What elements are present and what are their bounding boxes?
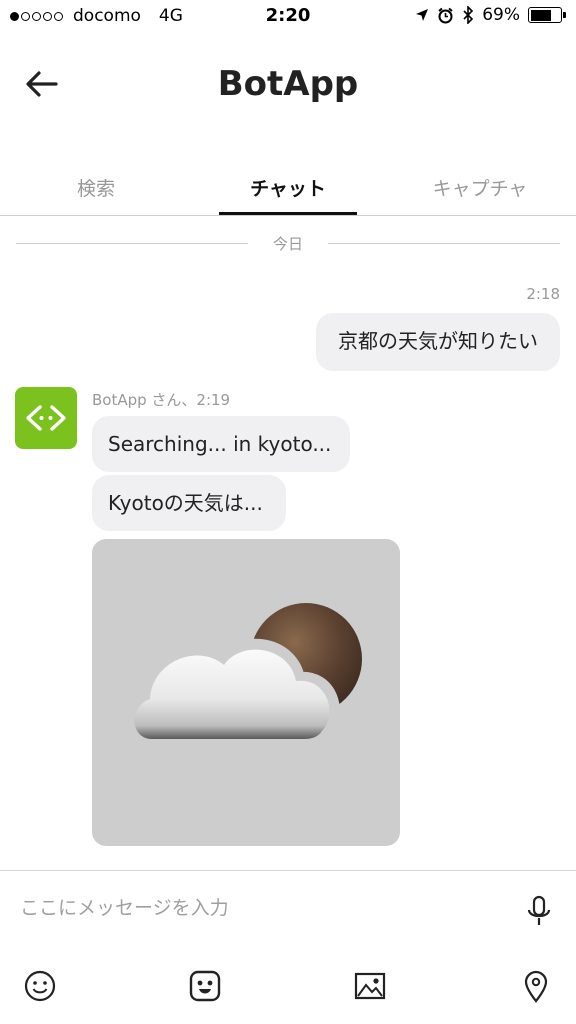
date-divider: 今日	[16, 232, 560, 254]
status-right: 69%	[415, 5, 566, 25]
date-divider-label: 今日	[272, 235, 303, 253]
battery-icon	[528, 7, 566, 23]
image-button[interactable]	[352, 968, 388, 1004]
nav-bar: BotApp	[0, 34, 576, 134]
bot-avatar[interactable]	[15, 387, 77, 449]
tab-search[interactable]: 検索	[0, 160, 192, 216]
partly-cloudy-weather-icon	[126, 603, 362, 748]
smiley-icon	[24, 970, 56, 1002]
bot-sender-meta: BotApp さん、2:19	[92, 391, 231, 409]
battery-level-fill	[530, 9, 551, 21]
microphone-button[interactable]	[524, 895, 554, 929]
page-title: BotApp	[217, 64, 359, 104]
divider-line-right	[328, 243, 560, 244]
message-input[interactable]	[20, 893, 500, 923]
code-brackets-icon	[26, 405, 66, 431]
location-arrow-icon	[416, 9, 429, 21]
alarm-clock-icon	[438, 7, 453, 23]
status-bar: docomo 4G 2:20 69%	[0, 0, 576, 34]
tab-capture[interactable]: キャプチャ	[384, 160, 576, 216]
emoji-button[interactable]	[22, 968, 58, 1004]
image-icon	[354, 972, 386, 1000]
weather-image-message[interactable]	[92, 539, 400, 846]
sticker-button[interactable]	[187, 968, 223, 1004]
microphone-icon	[527, 895, 551, 925]
location-pin-icon	[524, 970, 548, 1003]
tab-chat[interactable]: チャット	[192, 160, 384, 216]
location-button[interactable]	[518, 968, 554, 1004]
outgoing-message-bubble[interactable]: 京都の天気が知りたい	[316, 313, 560, 371]
active-tab-indicator	[219, 212, 357, 215]
bottom-toolbar	[0, 956, 576, 1016]
bot-message-bubble[interactable]: Kyotoの天気は...	[92, 475, 286, 531]
message-composer	[0, 870, 576, 946]
bluetooth-icon	[463, 6, 474, 24]
sticker-icon	[189, 970, 221, 1002]
tab-bar: 検索 チャット キャプチャ	[0, 160, 576, 216]
battery-percent: 69%	[482, 5, 520, 25]
bot-message-bubble[interactable]: Searching... in kyoto...	[92, 416, 350, 472]
sent-timestamp: 2:18	[526, 285, 560, 303]
divider-line-left	[16, 243, 248, 244]
